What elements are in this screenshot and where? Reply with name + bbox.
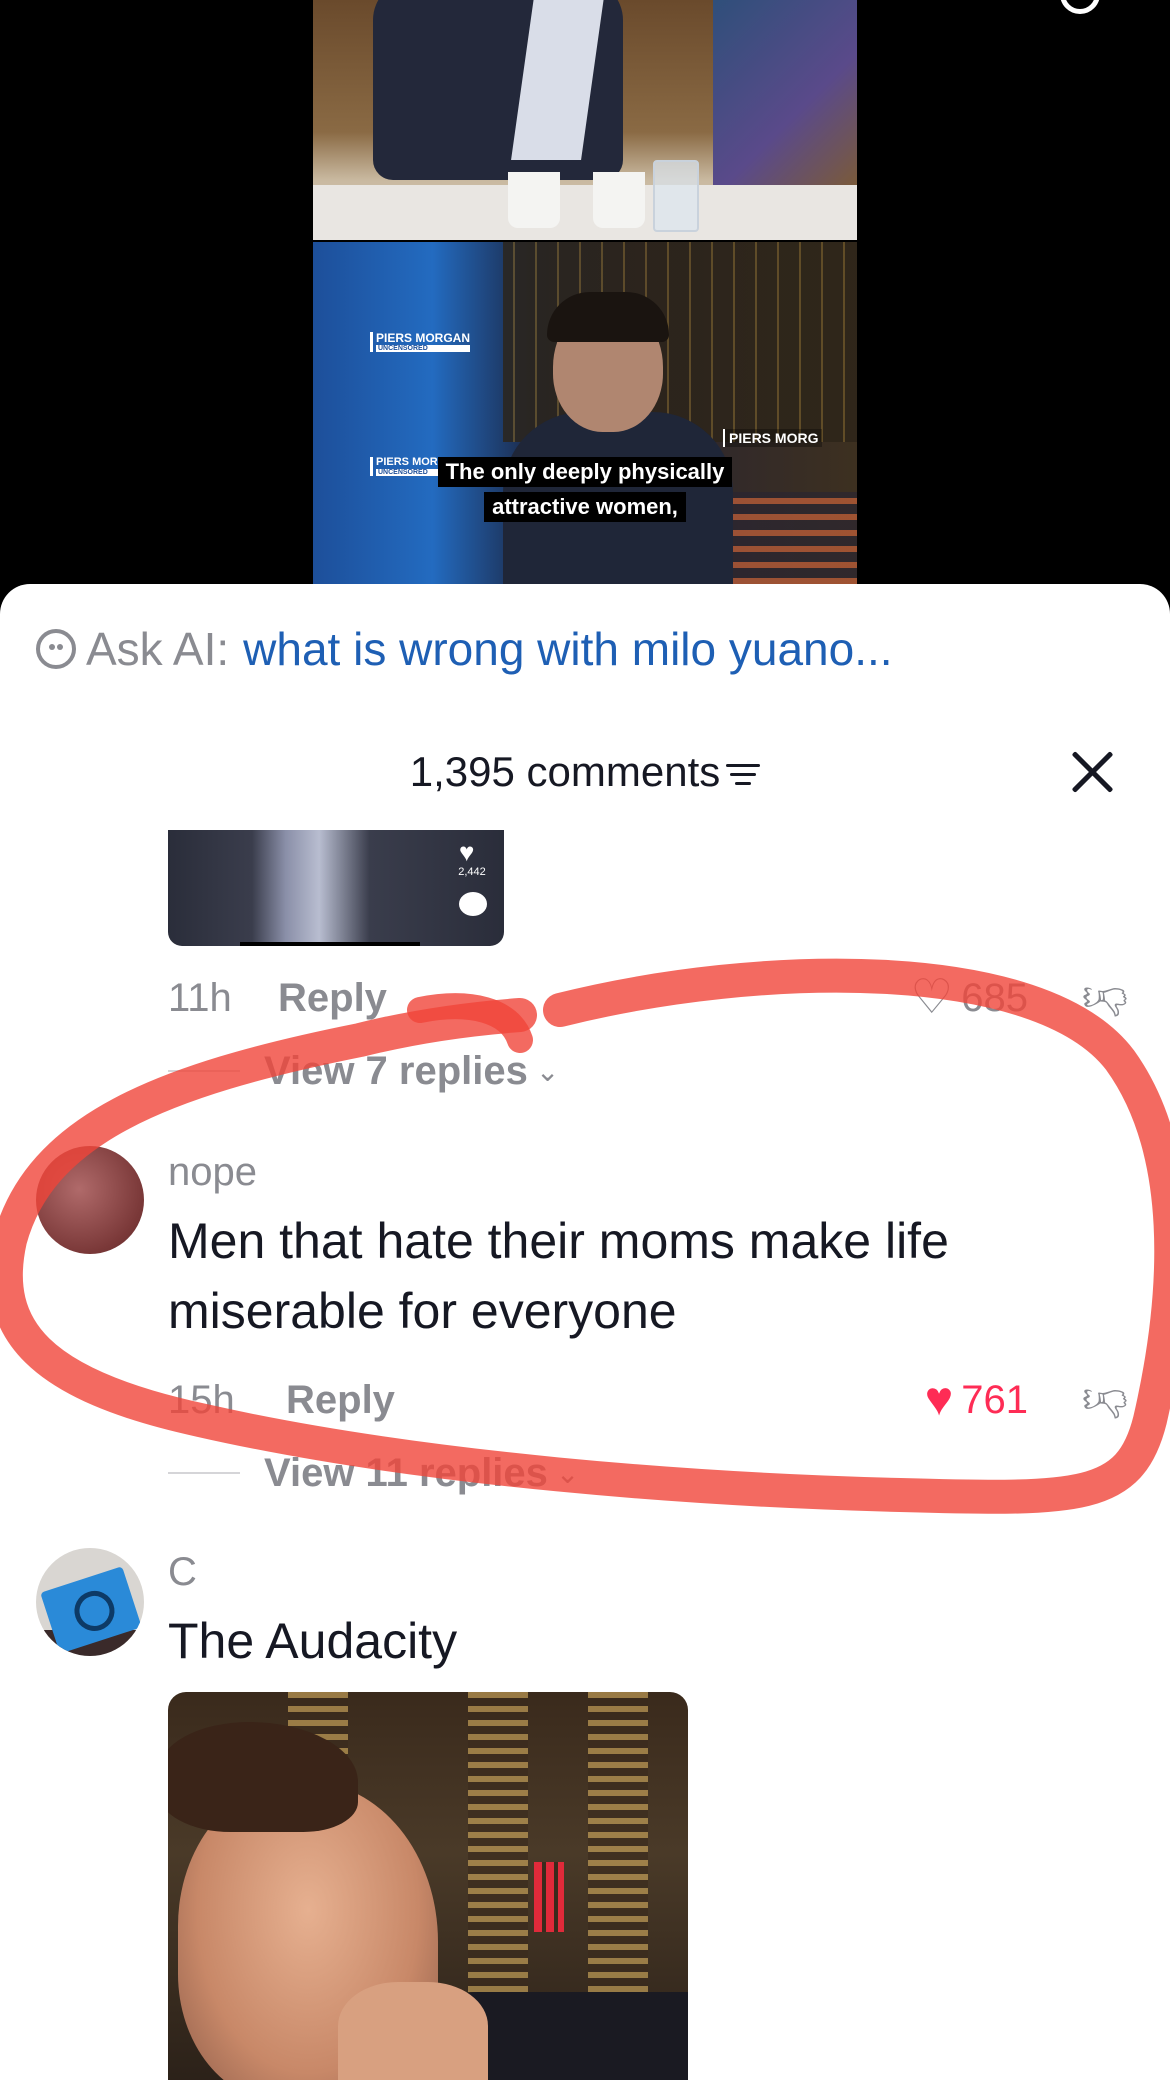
close-icon[interactable] [1068, 748, 1116, 796]
ask-ai-prefix: Ask AI: [86, 623, 230, 675]
heart-filled-icon[interactable]: ♥ [925, 1376, 954, 1424]
comment-username[interactable]: nope [168, 1150, 257, 1195]
view-replies-button[interactable]: View 11 replies ⌄ [168, 1448, 579, 1498]
show-logo-banner: PIERS MORG [723, 429, 823, 447]
view-replies-label: View 11 replies [264, 1450, 548, 1495]
comment-image[interactable]: ♥ 2,442 [168, 830, 504, 946]
video-top-panel [313, 0, 857, 240]
show-logo: PIERS MORGAN UNCENSORED [370, 332, 471, 352]
like-group[interactable]: ♥ 761 👍︎ [925, 1372, 1128, 1428]
image-like-count: 2,442 [458, 866, 486, 878]
heart-icon: ♥ [459, 837, 475, 867]
video-caption-line-1: The only deeply physically [313, 457, 857, 487]
comment-username[interactable]: C [168, 1550, 197, 1595]
like-group[interactable]: ♡ 685 👍︎ [910, 970, 1128, 1026]
reply-button[interactable]: Reply [278, 976, 387, 1021]
chevron-down-icon: ⌄ [535, 1055, 560, 1087]
comment-meta: 15h Reply ♥ 761 👍︎ [168, 1372, 1128, 1428]
avatar[interactable] [36, 1146, 144, 1254]
ask-ai-query-link[interactable]: what is wrong with milo yuano... [243, 622, 892, 676]
ask-ai-suggestion[interactable]: Ask AI: what is wrong with milo yuano... [36, 622, 893, 676]
comment-text: Men that hate their moms make life miser… [168, 1213, 949, 1339]
comments-header: 1,395 comments [0, 742, 1170, 802]
avatar[interactable] [36, 1548, 144, 1656]
comment-time: 15h [168, 1378, 235, 1422]
comment-time: 11h [168, 976, 232, 1020]
video-caption-line-2: attractive women, [313, 492, 857, 522]
like-count: 761 [961, 1377, 1029, 1422]
comment-text: The Audacity [168, 1613, 458, 1669]
view-replies-button[interactable]: View 7 replies ⌄ [168, 1046, 559, 1096]
dislike-icon[interactable]: 👍︎ [1082, 1376, 1128, 1425]
comments-sheet: Ask AI: what is wrong with milo yuano...… [0, 584, 1170, 2080]
reply-button[interactable]: Reply [286, 1378, 395, 1423]
comment-image[interactable] [168, 1692, 688, 2080]
search-icon[interactable] [1060, 0, 1100, 14]
dislike-icon[interactable]: 👍︎ [1082, 974, 1128, 1023]
video-player[interactable]: PIERS MORGAN UNCENSORED PIERS MORG UNCEN… [0, 0, 1170, 600]
view-replies-label: View 7 replies [264, 1048, 528, 1093]
comments-count: 1,395 comments [0, 742, 1170, 802]
ai-bot-icon [36, 629, 76, 669]
comment-meta: 11h Reply ♡ 685 👍︎ [168, 970, 1128, 1026]
heart-outline-icon[interactable]: ♡ [910, 974, 953, 1022]
comment-bubble-icon [459, 892, 487, 916]
video-frame: PIERS MORGAN UNCENSORED PIERS MORG UNCEN… [313, 0, 857, 600]
sort-icon[interactable] [726, 760, 761, 790]
like-count: 685 [961, 975, 1029, 1020]
chevron-down-icon: ⌄ [555, 1457, 580, 1489]
video-bottom-panel: PIERS MORGAN UNCENSORED PIERS MORG UNCEN… [313, 242, 857, 600]
